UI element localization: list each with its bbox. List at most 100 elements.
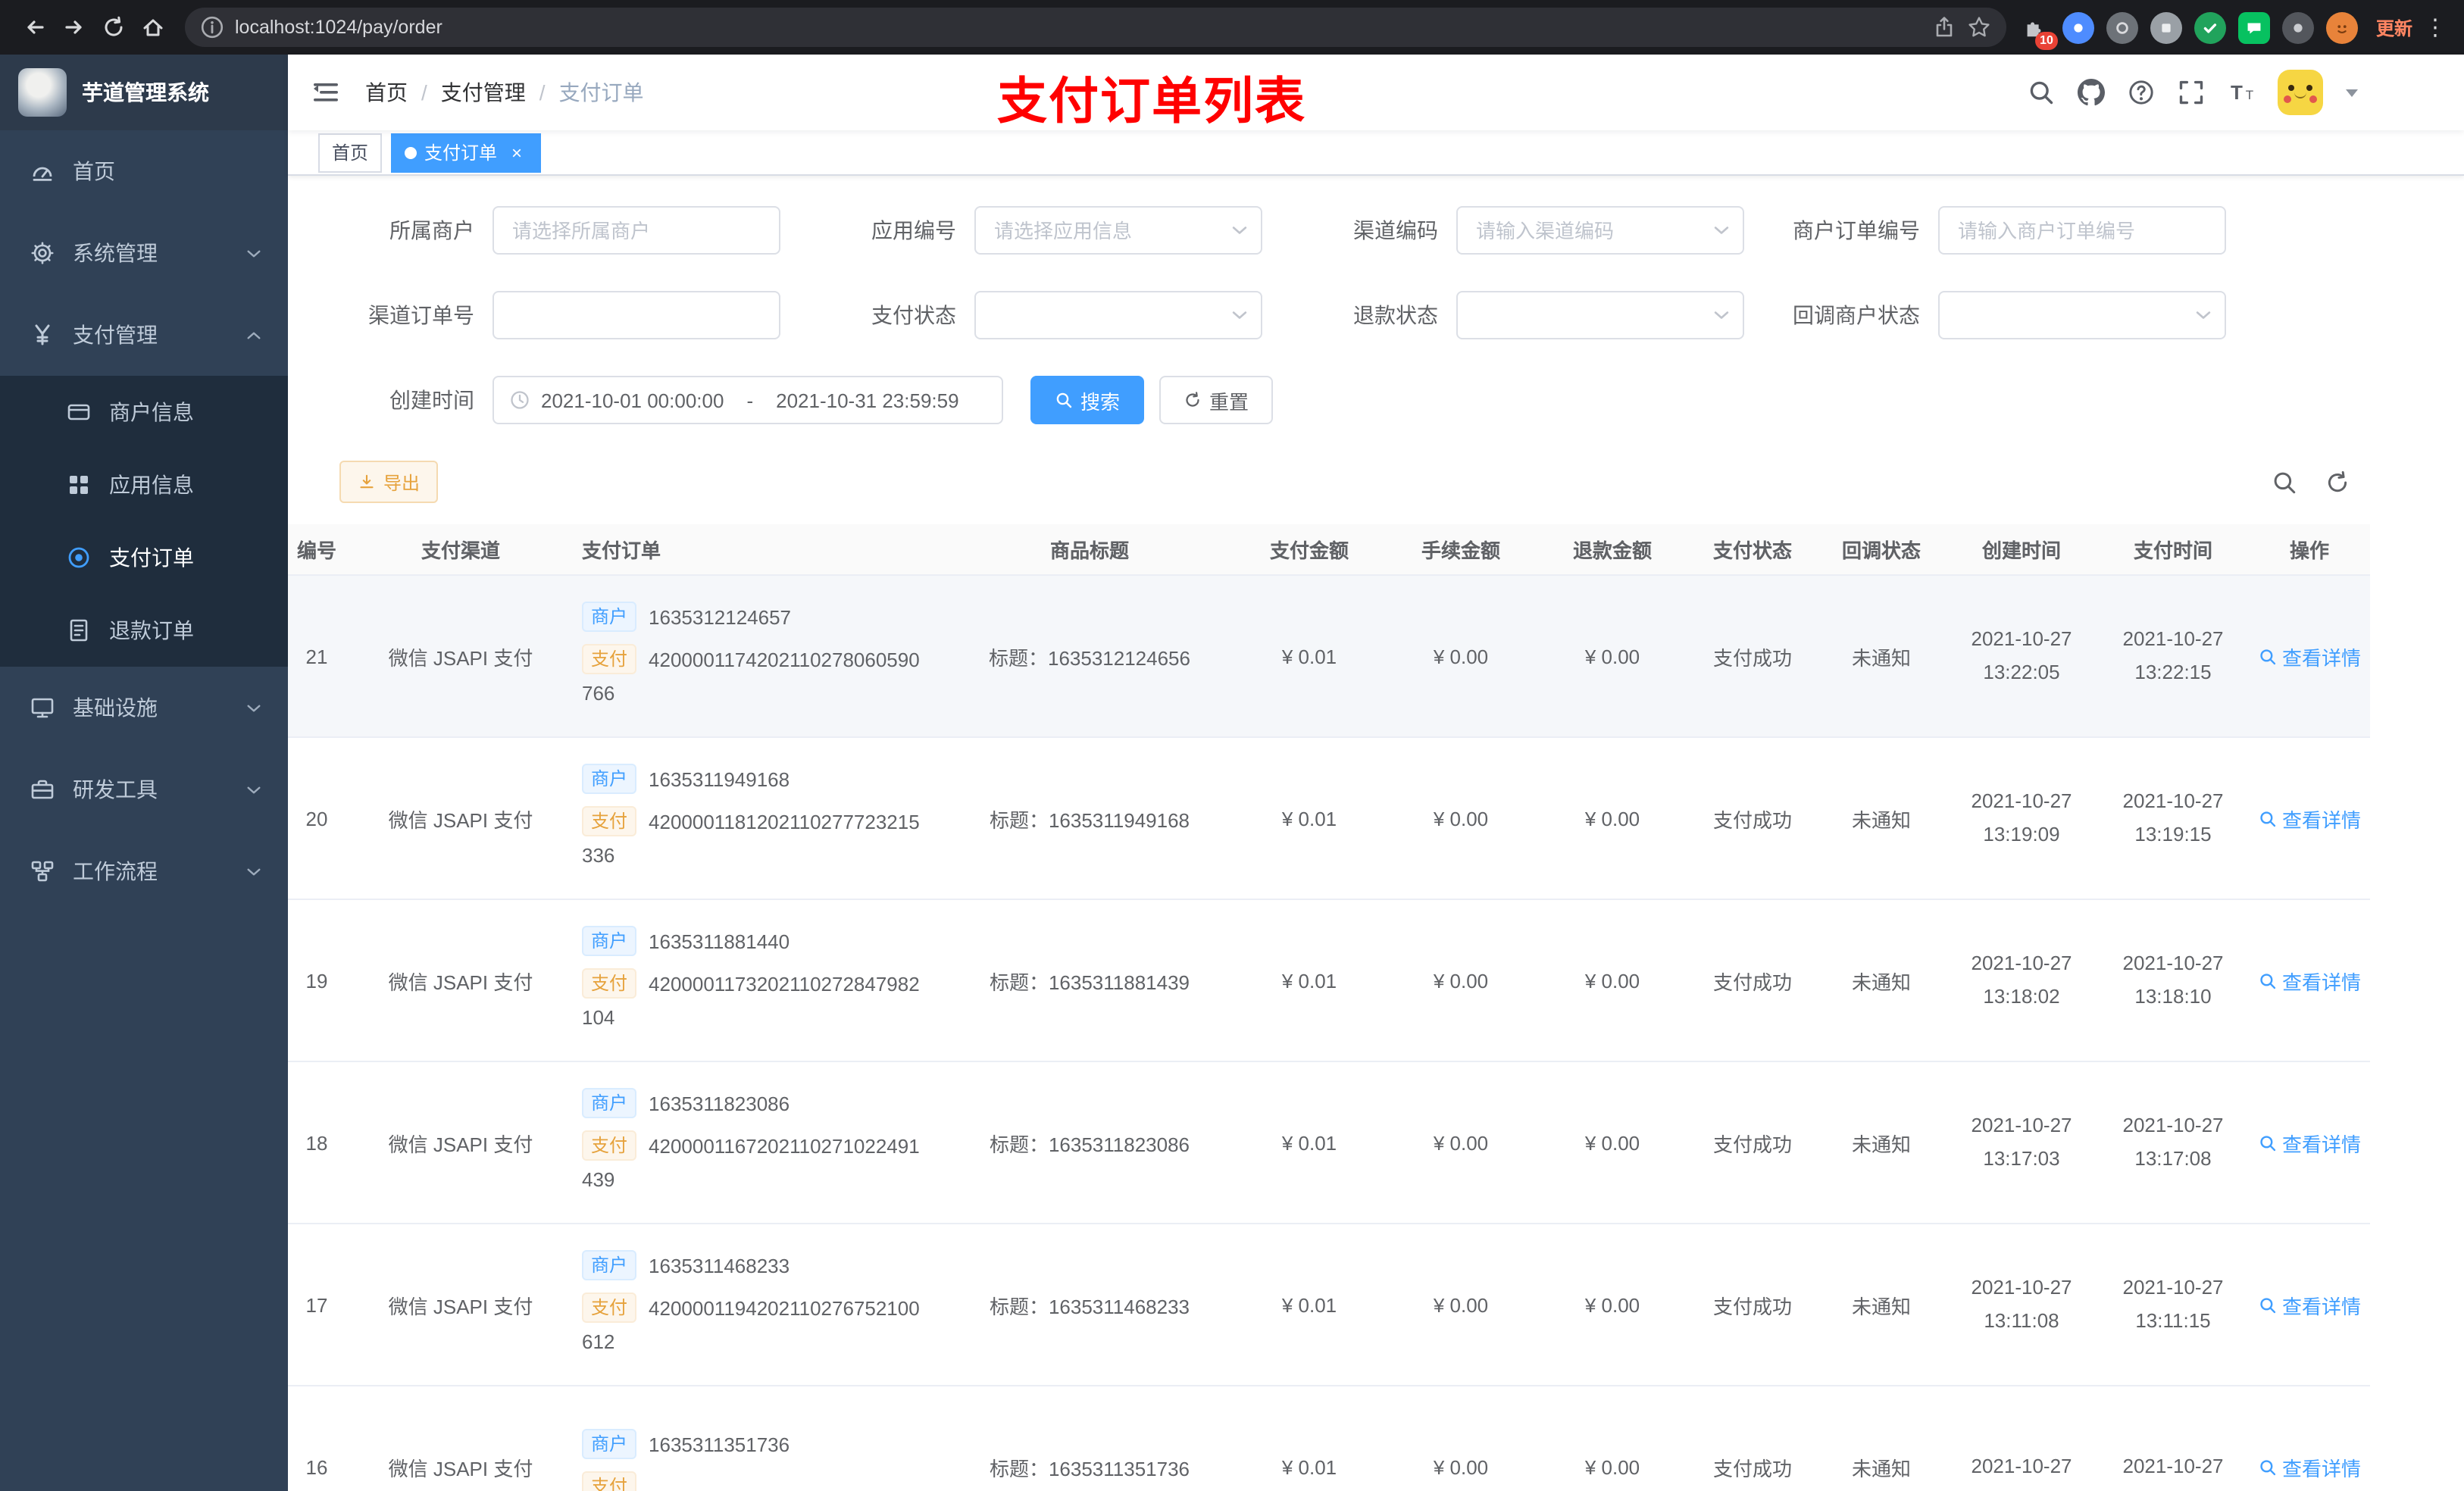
bookmark-star-icon[interactable] [1967,15,1991,39]
view-detail-link[interactable]: 查看详情 [2258,1128,2361,1157]
bank-card-icon [67,400,91,424]
refund-status-select[interactable] [1456,291,1744,339]
pay-date: 2021-10-27 [2122,952,2224,974]
pay-time-cell: 2021-10-27 13:18:10 [2097,900,2249,1061]
target-icon [67,545,91,570]
page-content: 所属商户 应用编号 渠道编码 商户订单编号 [288,176,2464,1491]
breadcrumb: 首页 / 支付管理 / 支付订单 [365,77,644,108]
fee-amount: ¥ 0.00 [1433,645,1489,667]
hamburger-icon[interactable] [311,77,341,108]
order-id: 17 [305,1293,328,1316]
channel-order-no-input[interactable] [492,291,780,339]
pay-tag: 支付 [582,644,637,674]
create-time: 13:18:02 [1983,985,2060,1008]
fullscreen-icon[interactable] [2178,79,2205,106]
extension-check-icon[interactable] [2194,11,2226,43]
app-logo[interactable]: 芋道管理系统 [0,55,288,130]
merchant-tag: 商户 [582,1088,637,1118]
pay-amount: ¥ 0.01 [1281,969,1337,992]
site-info-icon[interactable] [200,15,224,39]
extension-icon[interactable] [2150,11,2182,43]
navbar-actions: TT [2028,70,2358,115]
extension-icon[interactable] [2281,11,2314,43]
back-icon[interactable] [15,8,55,47]
pay-order-cell: 商户 1635311949168 支付 4200001181202110277723… [567,738,946,899]
address-bar[interactable]: localhost:1024/pay/order [185,8,2006,47]
user-avatar[interactable] [2278,70,2323,115]
create-time-range-picker[interactable]: 2021-10-01 00:00:00 - 2021-10-31 23:59:5… [492,376,1003,424]
export-button[interactable]: 导出 [339,461,439,503]
extensions-puzzle-icon[interactable]: 10 [2018,11,2058,49]
tab-home[interactable]: 首页 [318,133,383,172]
url-text[interactable]: localhost:1024/pay/order [235,17,1921,38]
notify-status-select[interactable] [1938,291,2226,339]
create-date: 2021-10-27 [1971,1276,2072,1299]
extension-icon[interactable] [2062,11,2094,43]
avatar-caret-icon[interactable] [2346,89,2358,96]
filter-row: 创建时间 2021-10-01 00:00:00 - 2021-10-31 23… [311,376,2434,424]
filter-label: 退款状态 [1353,303,1438,327]
merchant-order-no: 1635312124657 [649,606,792,629]
sidebar-item-refund-order[interactable]: 退款订单 [0,594,288,667]
view-detail-link[interactable]: 查看详情 [2258,642,2361,670]
filter-label: 应用编号 [871,218,956,242]
search-icon[interactable] [2028,79,2055,106]
browser-menu-icon[interactable]: ⋮ [2422,14,2449,41]
app-id-select[interactable] [974,206,1262,255]
hide-search-icon[interactable] [2272,469,2297,495]
close-icon[interactable]: × [506,142,527,163]
sidebar-item-home[interactable]: 首页 [0,130,288,212]
orders-table: 编号 支付渠道 支付订单 商品标题 支付金额 手续金额 退款金额 支付状态 回调… [288,524,2370,1491]
breadcrumb-home[interactable]: 首页 [365,77,408,108]
extension-chat-icon[interactable] [2237,11,2270,43]
font-size-icon[interactable]: TT [2228,79,2255,106]
avatar-detail [2306,85,2312,91]
extension-icon[interactable] [2106,11,2138,43]
sidebar-item-infra[interactable]: 基础设施 [0,667,288,749]
col-header-status: 支付状态 [1712,539,1792,562]
channel-code-select[interactable] [1456,206,1744,255]
sidebar-item-workflow[interactable]: 工作流程 [0,830,288,912]
refresh-icon[interactable] [2325,469,2350,495]
merchant-order-no: 1635311823086 [649,1092,790,1115]
sidebar-item-system[interactable]: 系统管理 [0,212,288,294]
sidebar-item-app-info[interactable]: 应用信息 [0,449,288,521]
forward-icon[interactable] [55,8,94,47]
pay-amount: ¥ 0.01 [1281,1293,1337,1316]
filter-label: 支付状态 [871,303,956,327]
pay-tag: 支付 [582,1293,637,1323]
sidebar-item-merchant-info[interactable]: 商户信息 [0,376,288,449]
pay-status: 支付成功 [1712,646,1792,669]
table-row: 16 微信 JSAPI 支付 商户 1635311351736 支付 标题：163… [288,1386,2370,1491]
profile-avatar[interactable] [2325,11,2358,43]
breadcrumb-payment[interactable]: 支付管理 [441,77,526,108]
pay-status-select[interactable] [974,291,1262,339]
pay-order-cell: 商户 1635311468233 支付 4200001194202110276752… [567,1224,946,1385]
home-icon[interactable] [133,8,173,47]
sidebar-item-payment[interactable]: 支付管理 [0,294,288,376]
refund-amount: ¥ 0.00 [1584,645,1640,667]
reset-button[interactable]: 重置 [1159,376,1274,424]
sidebar-item-devtools[interactable]: 研发工具 [0,749,288,830]
goods-title: 标题：1635311881439 [989,971,1190,993]
tab-pay-order[interactable]: 支付订单 × [391,133,542,172]
chevron-up-icon [244,325,264,345]
help-icon[interactable] [2128,79,2155,106]
refund-amount: ¥ 0.00 [1584,969,1640,992]
active-dot [405,146,417,158]
share-icon[interactable] [1932,15,1956,39]
view-detail-link[interactable]: 查看详情 [2258,804,2361,833]
goods-title: 标题：1635312124656 [989,646,1190,669]
view-detail-link[interactable]: 查看详情 [2258,1452,2361,1481]
sidebar-item-pay-order[interactable]: 支付订单 [0,521,288,594]
merchant-order-no-input[interactable] [1938,206,2226,255]
merchant-filter-input[interactable] [492,206,780,255]
browser-update-button[interactable]: 更新 [2376,14,2412,40]
workflow-icon [30,859,55,883]
github-icon[interactable] [2078,79,2105,106]
search-button[interactable]: 搜索 [1030,376,1145,424]
view-detail-link[interactable]: 查看详情 [2258,966,2361,995]
reload-icon[interactable] [94,8,133,47]
action-cell: 查看详情 [2249,1062,2370,1223]
view-detail-link[interactable]: 查看详情 [2258,1290,2361,1319]
